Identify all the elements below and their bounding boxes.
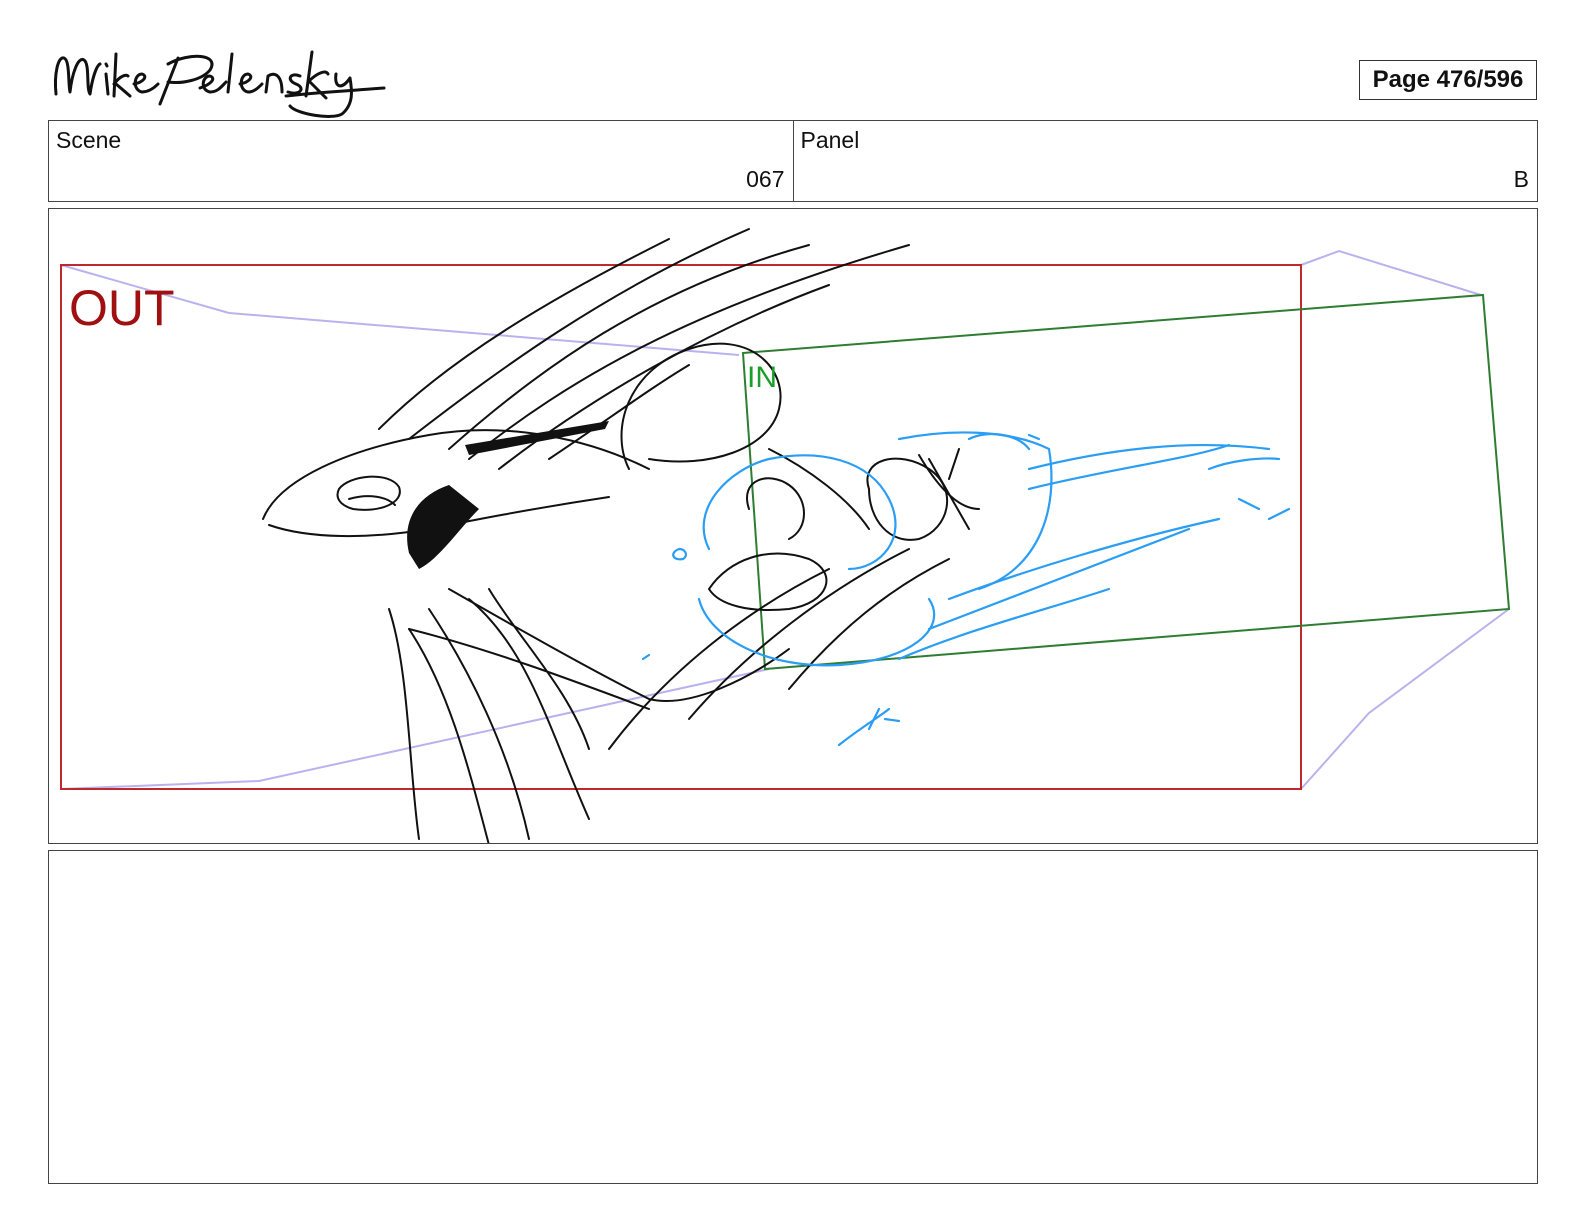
panel-cell: Panel B — [792, 121, 1538, 201]
in-frame-label: IN — [747, 361, 777, 394]
scene-cell: Scene 067 — [49, 121, 793, 201]
artist-signature-logo — [54, 50, 386, 118]
character-sketch — [262, 228, 980, 843]
out-camera-frame — [60, 264, 1302, 790]
camera-guide-lines — [60, 249, 1510, 790]
panel-drawing — [60, 228, 1511, 843]
scene-label: Scene — [56, 127, 122, 153]
panel-notes-box — [48, 850, 1538, 1184]
in-camera-frame — [741, 293, 1511, 671]
open-mouth-shape — [407, 485, 479, 569]
scene-number: 067 — [746, 166, 785, 192]
out-frame-label: OUT — [69, 280, 175, 336]
eye-slash-shape — [465, 421, 609, 455]
storyboard-panel: OUT IN — [48, 208, 1538, 844]
effect-sketch — [641, 431, 1291, 747]
panel-label: Panel — [800, 127, 860, 153]
page-number-badge: Page 476/596 — [1359, 60, 1537, 100]
scene-panel-header: Scene 067 Panel B — [48, 120, 1538, 202]
panel-letter: B — [1513, 166, 1529, 192]
